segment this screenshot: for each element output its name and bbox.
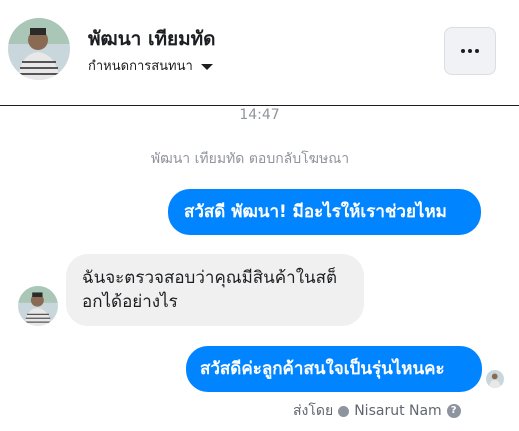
seen-indicator-avatar (486, 370, 504, 388)
sender-name: Nisarut Nam (354, 403, 442, 419)
page-badge-icon (338, 405, 350, 417)
caret-down-icon (200, 63, 213, 70)
contact-avatar[interactable] (8, 18, 70, 80)
incoming-message[interactable]: ฉันจะตรวจสอบว่าคุณมีสินค้าในสต็อกได้อย่า… (66, 254, 364, 326)
message-timestamp: 14:47 (239, 107, 280, 123)
more-options-button[interactable] (444, 27, 496, 75)
conversation-header: พัฒนา เทียมทัด กำหนดการสนทนา (0, 0, 519, 106)
outgoing-message[interactable]: สวัสดี พัฒนา! มีอะไรให้เราช่วยไหม (168, 189, 481, 235)
outgoing-message[interactable]: สวัสดีค่ะลูกค้าสนใจเป็นรุ่นไหนคะ (186, 346, 482, 392)
ad-reply-note: พัฒนา เทียมทัด ตอบกลับโฆษณา (150, 151, 350, 167)
sent-by-info: ส่งโดย Nisarut Nam ? (293, 400, 461, 422)
help-icon[interactable]: ? (446, 404, 461, 418)
conversation-schedule-label: กำหนดการสนทนา (88, 59, 193, 74)
contact-name[interactable]: พัฒนา เทียมทัด (88, 24, 216, 54)
messenger-conversation: พัฒนา เทียมทัด กำหนดการสนทนา 14:47 พัฒนา… (0, 0, 519, 431)
more-dots-icon (461, 49, 479, 53)
contact-avatar-small (18, 286, 58, 326)
sent-by-label: ส่งโดย (293, 403, 334, 419)
conversation-schedule-dropdown[interactable]: กำหนดการสนทนา (88, 55, 213, 76)
